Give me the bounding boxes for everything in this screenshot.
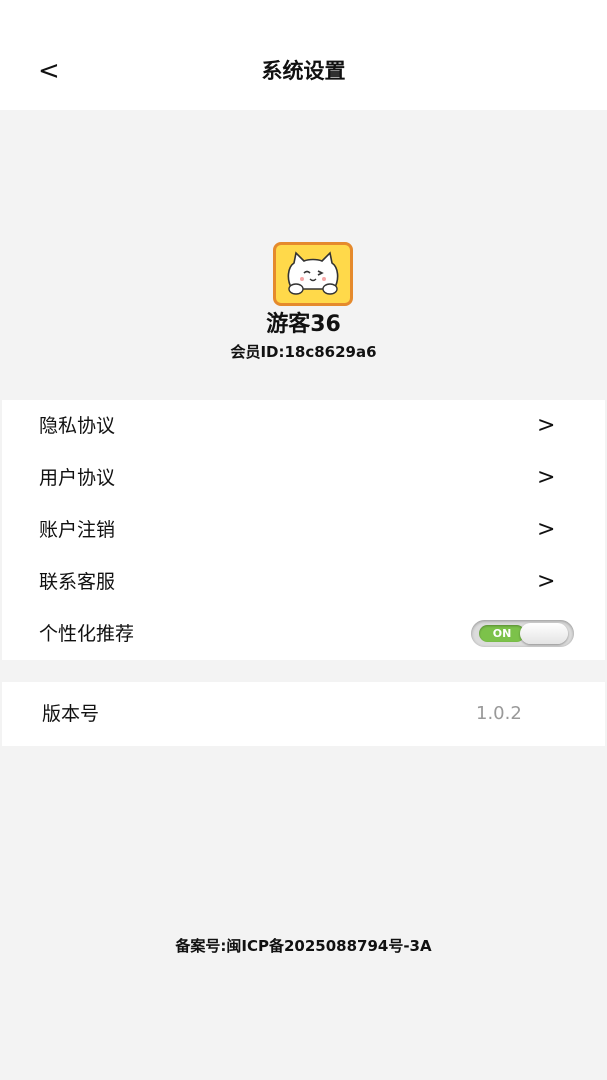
chevron-right-icon: > xyxy=(537,569,556,594)
version-value: 1.0.2 xyxy=(476,703,522,724)
menu-item-label: 账户注销 xyxy=(39,519,116,541)
chevron-right-icon: > xyxy=(537,465,556,490)
menu-item-label: 隐私协议 xyxy=(39,415,116,437)
menu-item-label: 个性化推荐 xyxy=(39,623,135,645)
menu-item-account-deletion[interactable]: 账户注销 > xyxy=(2,504,605,556)
version-label: 版本号 xyxy=(42,703,100,725)
version-row: 版本号 1.0.2 xyxy=(2,682,605,746)
menu-item-contact-support[interactable]: 联系客服 > xyxy=(2,556,605,608)
cat-avatar-icon xyxy=(273,242,353,306)
toggle-on-label: ON xyxy=(479,625,525,642)
chevron-right-icon: > xyxy=(537,413,556,438)
menu-item-label: 用户协议 xyxy=(39,467,116,489)
app-header: < 系统设置 xyxy=(0,0,607,110)
chevron-right-icon: > xyxy=(537,517,556,542)
menu-item-privacy-policy[interactable]: 隐私协议 > xyxy=(2,400,605,452)
page-title: 系统设置 xyxy=(261,59,346,83)
toggle-knob xyxy=(520,623,568,644)
icp-record: 备案号:闽ICP备2025088794号-3A xyxy=(175,937,432,955)
username: 游客36 xyxy=(266,312,341,337)
menu-item-user-agreement[interactable]: 用户协议 > xyxy=(2,452,605,504)
menu-item-label: 联系客服 xyxy=(39,571,116,593)
personalized-recommendation-toggle[interactable]: ON xyxy=(471,620,574,647)
member-id: 会员ID:18c8629a6 xyxy=(230,343,377,361)
